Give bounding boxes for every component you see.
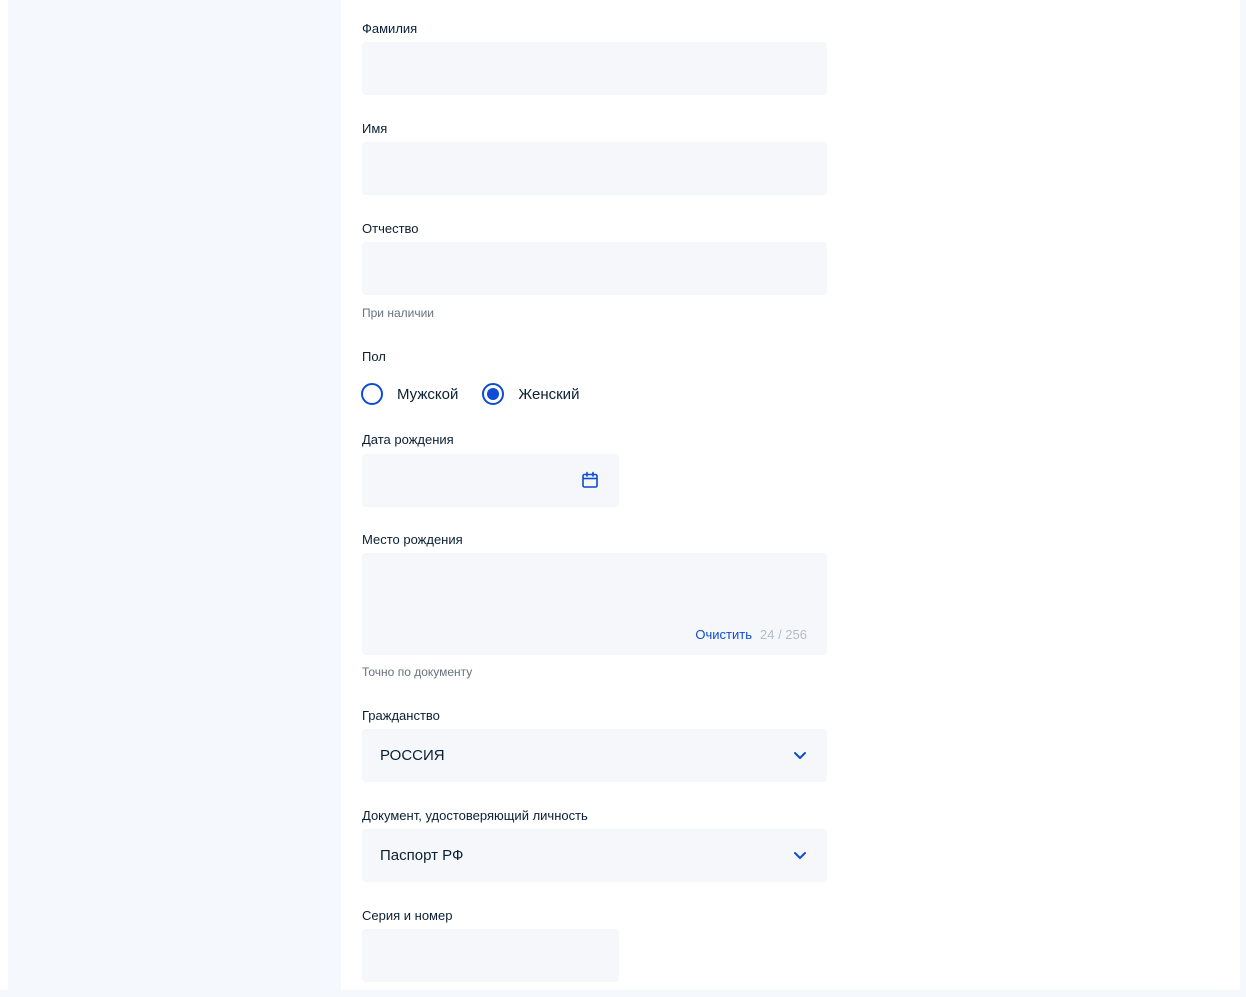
birth-date-field[interactable]: [362, 454, 619, 507]
character-counter: 24 / 256: [760, 627, 807, 642]
last-name-field[interactable]: [362, 42, 827, 95]
patronymic-input[interactable]: [362, 242, 827, 295]
id-document-select[interactable]: Паспорт РФ: [362, 829, 827, 882]
patronymic-hint: При наличии: [362, 306, 434, 320]
last-name-label: Фамилия: [362, 21, 418, 36]
series-number-field[interactable]: [362, 929, 619, 982]
gender-option-male[interactable]: Мужской: [361, 383, 458, 405]
radio-male-circle[interactable]: [361, 383, 383, 405]
radio-female-circle[interactable]: [482, 383, 505, 405]
gender-radio-group: Мужской Женский: [361, 381, 603, 407]
birth-place-footer: Очистить 24 / 256: [695, 627, 807, 642]
id-document-value: Паспорт РФ: [380, 847, 464, 864]
chevron-down-icon[interactable]: [793, 750, 807, 760]
clear-button[interactable]: Очистить: [695, 627, 752, 642]
calendar-icon[interactable]: [581, 471, 599, 489]
first-name-input[interactable]: [362, 142, 827, 195]
gender-label: Пол: [362, 349, 386, 364]
birth-place-hint: Точно по документу: [362, 665, 473, 679]
gender-option-male-label: Мужской: [397, 385, 459, 403]
citizenship-select[interactable]: РОССИЯ: [362, 729, 827, 782]
series-number-input[interactable]: [362, 929, 619, 982]
gender-option-female[interactable]: Женский: [482, 383, 579, 405]
patronymic-label: Отчество: [362, 221, 419, 236]
patronymic-field[interactable]: [362, 242, 827, 295]
id-document-label: Документ, удостоверяющий личность: [362, 808, 588, 823]
first-name-label: Имя: [362, 121, 388, 136]
bottom-strip: [0, 990, 1246, 997]
citizenship-label: Гражданство: [362, 708, 440, 723]
birth-date-label: Дата рождения: [362, 432, 454, 447]
page: Фамилия Имя Отчество При наличии Пол Муж…: [0, 0, 1246, 997]
birth-place-label: Место рождения: [362, 532, 463, 547]
last-name-input[interactable]: [362, 42, 827, 95]
chevron-down-icon[interactable]: [793, 850, 807, 860]
series-number-label: Серия и номер: [362, 908, 453, 923]
gender-option-female-label: Женский: [518, 385, 580, 403]
birth-place-field[interactable]: Очистить 24 / 256: [362, 553, 827, 655]
first-name-field[interactable]: [362, 142, 827, 195]
right-panel: [1240, 0, 1246, 997]
left-panel: [8, 0, 341, 997]
citizenship-value: РОССИЯ: [380, 747, 445, 764]
